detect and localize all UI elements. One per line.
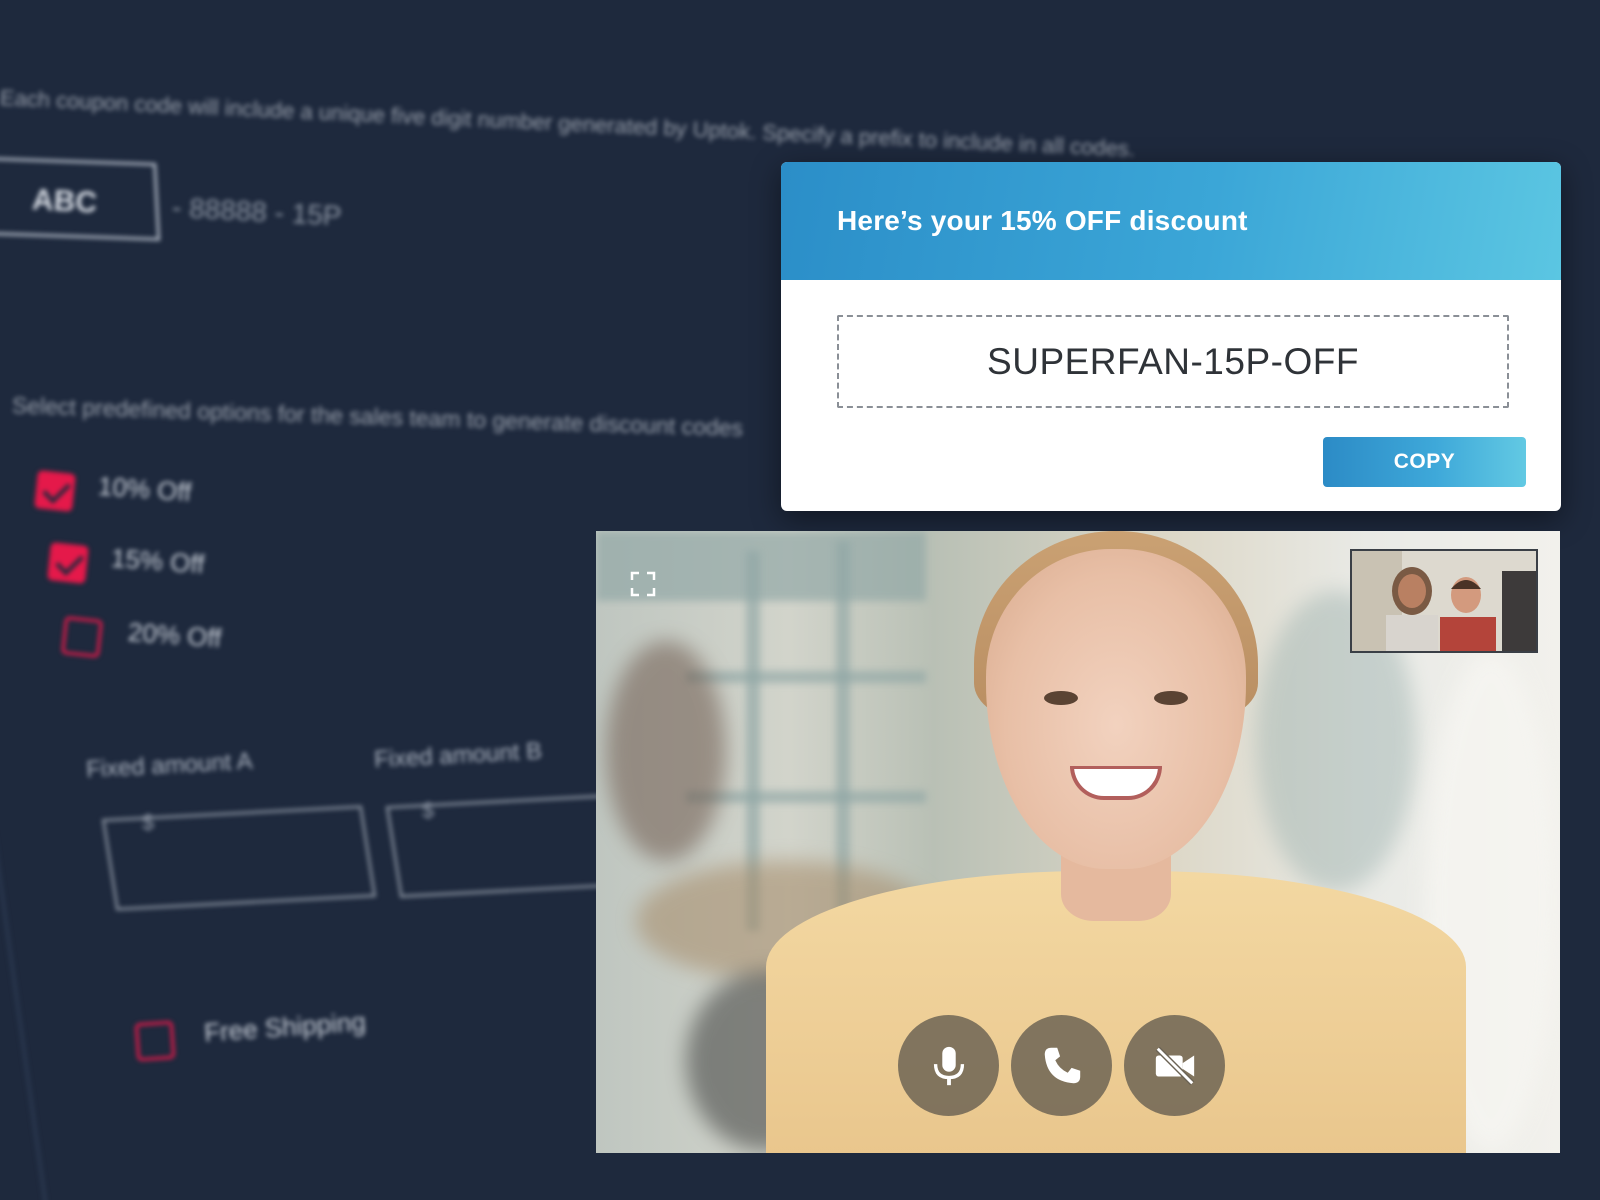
- coupon-code-box[interactable]: SUPERFAN-15P-OFF: [837, 315, 1509, 408]
- camera-button[interactable]: [1124, 1015, 1225, 1116]
- free-shipping-checkbox[interactable]: [134, 1020, 176, 1062]
- video-call-window: [596, 531, 1560, 1153]
- option-10-off-checkbox[interactable]: [34, 470, 76, 512]
- code-description: Each coupon code will include a unique f…: [0, 85, 1136, 162]
- self-view-thumbnail[interactable]: [1350, 549, 1538, 653]
- option-15-off-label: 15% Off: [110, 542, 206, 580]
- coupon-code: SUPERFAN-15P-OFF: [987, 340, 1359, 382]
- fixed-amount-a-label: Fixed amount A: [85, 747, 254, 784]
- call-button[interactable]: [1011, 1015, 1112, 1116]
- option-20-off-label: 20% Off: [127, 616, 223, 654]
- person-eye-right: [1154, 691, 1188, 705]
- discount-popup: Here’s your 15% OFF discount SUPERFAN-15…: [781, 162, 1561, 511]
- fixed-amount-a-currency: $: [142, 810, 155, 835]
- code-suffix-preview: - 88888 - 15P: [171, 191, 343, 232]
- person-eye-left: [1044, 691, 1078, 705]
- fullscreen-icon[interactable]: [630, 571, 656, 597]
- video-off-icon: [1155, 1046, 1194, 1085]
- options-description: Select predefined options for the sales …: [11, 392, 744, 441]
- person-face: [986, 549, 1246, 869]
- copy-button[interactable]: COPY: [1323, 437, 1526, 487]
- option-10-off-label: 10% Off: [97, 470, 193, 508]
- free-shipping-label: Free Shipping: [203, 1006, 367, 1048]
- microphone-button[interactable]: [898, 1015, 999, 1116]
- discount-title: Here’s your 15% OFF discount: [837, 205, 1248, 236]
- option-20-off-checkbox[interactable]: [61, 616, 103, 658]
- fixed-amount-b-currency: $: [422, 798, 435, 823]
- discount-header: Here’s your 15% OFF discount: [781, 162, 1561, 280]
- microphone-icon: [933, 1046, 964, 1085]
- prefix-value: ABC: [31, 183, 98, 220]
- fixed-amount-b-label: Fixed amount B: [373, 737, 543, 774]
- option-15-off-checkbox[interactable]: [47, 542, 89, 584]
- call-controls: [898, 1015, 1225, 1116]
- panel-edge: [0, 762, 49, 1200]
- phone-icon: [1044, 1047, 1080, 1083]
